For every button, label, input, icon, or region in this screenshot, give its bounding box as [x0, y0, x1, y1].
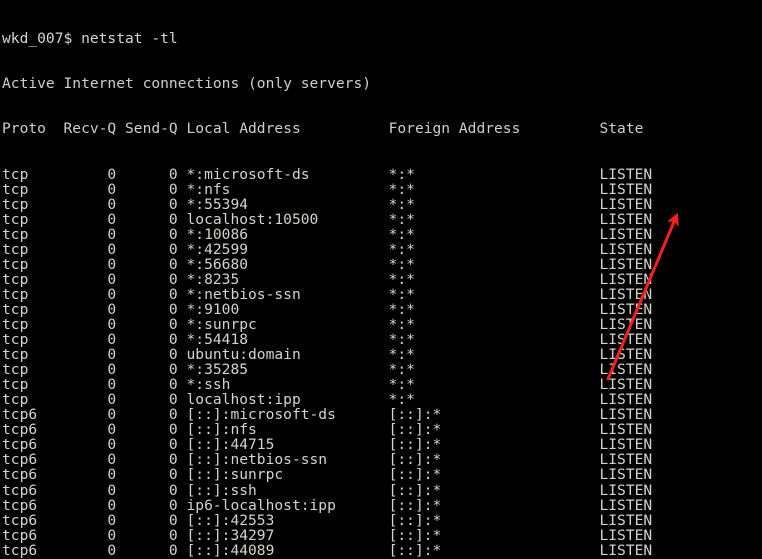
netstat-row: tcp 0 0 *:microsoft-ds *:* LISTEN	[2, 165, 653, 183]
netstat-row: tcp 0 0 *:54418 *:* LISTEN	[2, 331, 653, 349]
netstat-row-list: tcp 0 0 *:microsoft-ds *:* LISTEN tcp 0 0…	[2, 165, 653, 559]
netstat-row: tcp 0 0 *:9100 *:* LISTEN	[2, 300, 653, 318]
netstat-row: tcp 0 0 *:10086 *:* LISTEN	[2, 225, 653, 243]
netstat-row: tcp 0 0 localhost:ipp *:* LISTEN	[2, 391, 653, 409]
netstat-banner: Active Internet connections (only server…	[2, 75, 372, 93]
netstat-row: tcp 0 0 *:42599 *:* LISTEN	[2, 240, 653, 258]
netstat-row: tcp6 0 0 [::]:34297 [::]:* LISTEN	[2, 526, 653, 544]
netstat-row: tcp 0 0 *:56680 *:* LISTEN	[2, 255, 653, 273]
netstat-row: tcp6 0 0 [::]:nfs [::]:* LISTEN	[2, 421, 653, 439]
netstat-row: tcp 0 0 *:sunrpc *:* LISTEN	[2, 315, 653, 333]
netstat-row: tcp6 0 0 [::]:microsoft-ds [::]:* LISTEN	[2, 406, 653, 424]
netstat-row: tcp6 0 0 [::]:44715 [::]:* LISTEN	[2, 436, 653, 454]
netstat-row: tcp6 0 0 [::]:netbios-ssn [::]:* LISTEN	[2, 451, 653, 469]
netstat-row: tcp6 0 0 [::]:44089 [::]:* LISTEN	[2, 541, 653, 559]
netstat-row: tcp6 0 0 [::]:sunrpc [::]:* LISTEN	[2, 466, 653, 484]
terminal-window[interactable]: wkd_007$ netstat -tl Active Internet con…	[0, 0, 762, 559]
netstat-row: tcp 0 0 *:35285 *:* LISTEN	[2, 361, 653, 379]
netstat-row: tcp 0 0 localhost:10500 *:* LISTEN	[2, 210, 653, 228]
terminal-screen: wkd_007$ netstat -tl Active Internet con…	[2, 1, 652, 559]
netstat-row: tcp6 0 0 [::]:ssh [::]:* LISTEN	[2, 481, 653, 499]
netstat-row: tcp 0 0 *:ssh *:* LISTEN	[2, 376, 653, 394]
table-column-headers: Proto Recv-Q Send-Q Local Address Foreig…	[2, 120, 644, 138]
netstat-row: tcp6 0 0 ip6-localhost:ipp [::]:* LISTEN	[2, 496, 653, 514]
netstat-row: tcp 0 0 *:55394 *:* LISTEN	[2, 195, 653, 213]
netstat-row: tcp6 0 0 [::]:42553 [::]:* LISTEN	[2, 511, 653, 529]
command-prompt-line: wkd_007$ netstat -tl	[2, 30, 178, 48]
netstat-row: tcp 0 0 ubuntu:domain *:* LISTEN	[2, 346, 653, 364]
netstat-row: tcp 0 0 *:8235 *:* LISTEN	[2, 270, 653, 288]
netstat-row: tcp 0 0 *:nfs *:* LISTEN	[2, 180, 653, 198]
netstat-row: tcp 0 0 *:netbios-ssn *:* LISTEN	[2, 285, 653, 303]
